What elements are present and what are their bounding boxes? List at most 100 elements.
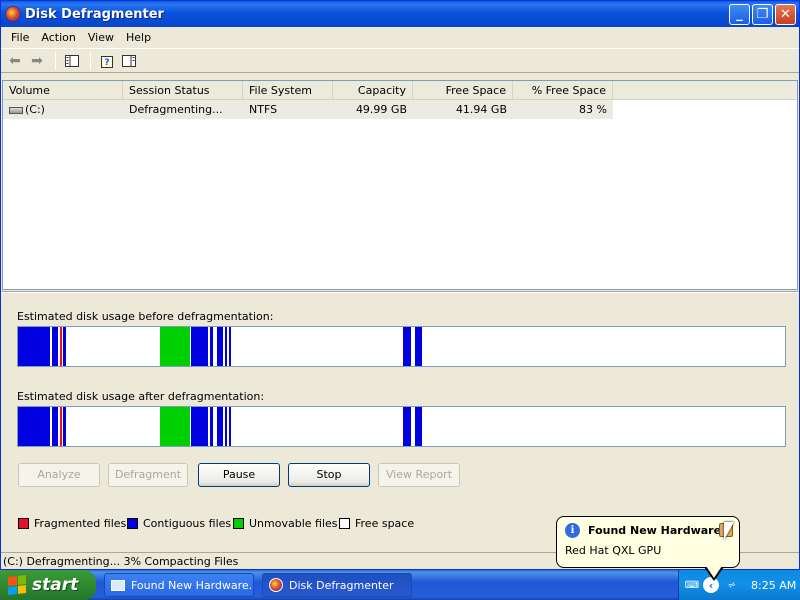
pause-button[interactable]: Pause bbox=[198, 463, 280, 487]
after-usage-bar bbox=[17, 406, 786, 447]
contiguous-segment bbox=[217, 407, 223, 446]
column-free-space[interactable]: Free Space bbox=[413, 81, 513, 100]
legend-fragmented-label: Fragmented files bbox=[34, 517, 127, 530]
before-label: Estimated disk usage before defragmentat… bbox=[17, 310, 274, 323]
contiguous-segment bbox=[403, 407, 411, 446]
fragmented-swatch bbox=[18, 518, 29, 529]
start-button[interactable]: start bbox=[0, 570, 96, 600]
minimize-button[interactable]: _ bbox=[729, 3, 750, 25]
volume-list[interactable]: Volume Session Status File System Capaci… bbox=[2, 80, 798, 290]
keyboard-icon[interactable]: ⌨ bbox=[685, 578, 699, 592]
contiguous-segment bbox=[217, 327, 223, 366]
legend-free: Free space bbox=[339, 517, 414, 530]
defragment-button[interactable]: Defragment bbox=[108, 463, 188, 487]
task-label: Found New Hardware... bbox=[131, 578, 254, 592]
window-icon bbox=[111, 579, 125, 591]
contiguous-segment bbox=[52, 327, 58, 366]
table-row[interactable]: (C:) Defragmenting... NTFS 49.99 GB 41.9… bbox=[3, 100, 613, 119]
disk-defragmenter-window: Disk Defragmenter _ ❐ ✕ File Action View… bbox=[0, 0, 800, 570]
contiguous-segment bbox=[191, 407, 208, 446]
menu-help[interactable]: Help bbox=[120, 31, 157, 44]
cell-percent-free: 83 % bbox=[579, 103, 607, 116]
system-tray: ⌨ ‹ ⩫ 8:25 AM bbox=[678, 570, 800, 600]
maximize-button[interactable]: ❐ bbox=[752, 3, 773, 25]
properties-icon[interactable] bbox=[119, 51, 139, 71]
toolbar-separator bbox=[55, 51, 56, 70]
contiguous-segment bbox=[210, 407, 213, 446]
balloon-message: Red Hat QXL GPU bbox=[565, 544, 662, 557]
mouse-cursor-icon bbox=[724, 522, 734, 540]
contiguous-segment bbox=[415, 407, 422, 446]
column-volume[interactable]: Volume bbox=[3, 81, 123, 100]
console-tree-icon[interactable] bbox=[62, 51, 82, 71]
menu-action[interactable]: Action bbox=[35, 31, 81, 44]
balloon-title-row: i Found New Hardware bbox=[565, 523, 731, 538]
column-capacity[interactable]: Capacity bbox=[333, 81, 413, 100]
info-icon: i bbox=[565, 523, 580, 538]
help-icon[interactable]: ? bbox=[97, 51, 117, 71]
fragmented-segment bbox=[60, 407, 62, 446]
legend-contiguous-label: Contiguous files bbox=[143, 517, 232, 530]
panel-divider[interactable] bbox=[1, 291, 799, 293]
contiguous-segment bbox=[403, 327, 411, 366]
contiguous-segment bbox=[210, 327, 213, 366]
contiguous-segment bbox=[63, 327, 66, 366]
before-usage-bar bbox=[17, 326, 786, 367]
toolbar-separator bbox=[90, 51, 91, 70]
column-file-system[interactable]: File System bbox=[243, 81, 333, 100]
column-percent-free[interactable]: % Free Space bbox=[513, 81, 613, 100]
menu-bar: File Action View Help bbox=[1, 27, 799, 49]
contiguous-segment bbox=[52, 407, 58, 446]
legend-unmovable-label: Unmovable files bbox=[249, 517, 338, 530]
contiguous-segment bbox=[18, 407, 50, 446]
task-label: Disk Defragmenter bbox=[289, 578, 394, 592]
legend-unmovable: Unmovable files bbox=[233, 517, 338, 530]
column-session-status[interactable]: Session Status bbox=[123, 81, 243, 100]
contiguous-segment bbox=[225, 327, 227, 366]
window-title: Disk Defragmenter bbox=[25, 6, 164, 22]
contiguous-segment bbox=[18, 327, 50, 366]
menu-file[interactable]: File bbox=[5, 31, 35, 44]
contiguous-segment bbox=[63, 407, 66, 446]
svg-text:?: ? bbox=[104, 58, 109, 68]
back-arrow-icon[interactable]: ⬅ bbox=[5, 51, 25, 71]
analyze-button[interactable]: Analyze bbox=[18, 463, 100, 487]
taskbar: start Found New Hardware... Disk Defragm… bbox=[0, 570, 800, 600]
task-found-new-hardware[interactable]: Found New Hardware... bbox=[104, 573, 254, 597]
cell-file-system: NTFS bbox=[249, 103, 278, 116]
fragmented-segment bbox=[60, 327, 62, 366]
task-disk-defragmenter[interactable]: Disk Defragmenter bbox=[262, 573, 412, 597]
hard-drive-icon bbox=[9, 106, 23, 114]
windows-logo-icon bbox=[8, 575, 26, 595]
free-swatch bbox=[339, 518, 350, 529]
clock[interactable]: 8:25 AM bbox=[751, 579, 796, 592]
contiguous-segment bbox=[191, 327, 208, 366]
contiguous-segment bbox=[229, 327, 231, 366]
network-icon[interactable]: ⩫ bbox=[725, 578, 739, 592]
unmovable-swatch bbox=[233, 518, 244, 529]
cell-session-status: Defragmenting... bbox=[129, 103, 223, 116]
title-bar[interactable]: Disk Defragmenter _ ❐ ✕ bbox=[1, 1, 799, 27]
toolbar: ⬅ ➡ ? bbox=[1, 49, 799, 73]
balloon-tail-fill bbox=[706, 566, 722, 578]
cell-volume: (C:) bbox=[3, 100, 123, 119]
contiguous-segment bbox=[225, 407, 227, 446]
view-report-button[interactable]: View Report bbox=[378, 463, 460, 487]
unmovable-segment bbox=[160, 327, 190, 366]
balloon-title: Found New Hardware bbox=[588, 524, 722, 537]
close-button[interactable]: ✕ bbox=[775, 3, 796, 25]
contiguous-swatch bbox=[127, 518, 138, 529]
notification-balloon[interactable]: i Found New Hardware Red Hat QXL GPU bbox=[556, 516, 740, 568]
start-label: start bbox=[32, 575, 79, 595]
cell-free-space: 41.94 GB bbox=[455, 103, 507, 116]
contiguous-segment bbox=[229, 407, 231, 446]
legend-free-label: Free space bbox=[355, 517, 415, 530]
forward-arrow-icon[interactable]: ➡ bbox=[27, 51, 47, 71]
menu-view[interactable]: View bbox=[82, 31, 120, 44]
defrag-app-icon bbox=[5, 6, 21, 22]
contiguous-segment bbox=[415, 327, 422, 366]
volume-name: (C:) bbox=[25, 103, 45, 116]
unmovable-segment bbox=[160, 407, 190, 446]
after-label: Estimated disk usage after defragmentati… bbox=[17, 390, 265, 403]
stop-button[interactable]: Stop bbox=[288, 463, 370, 487]
